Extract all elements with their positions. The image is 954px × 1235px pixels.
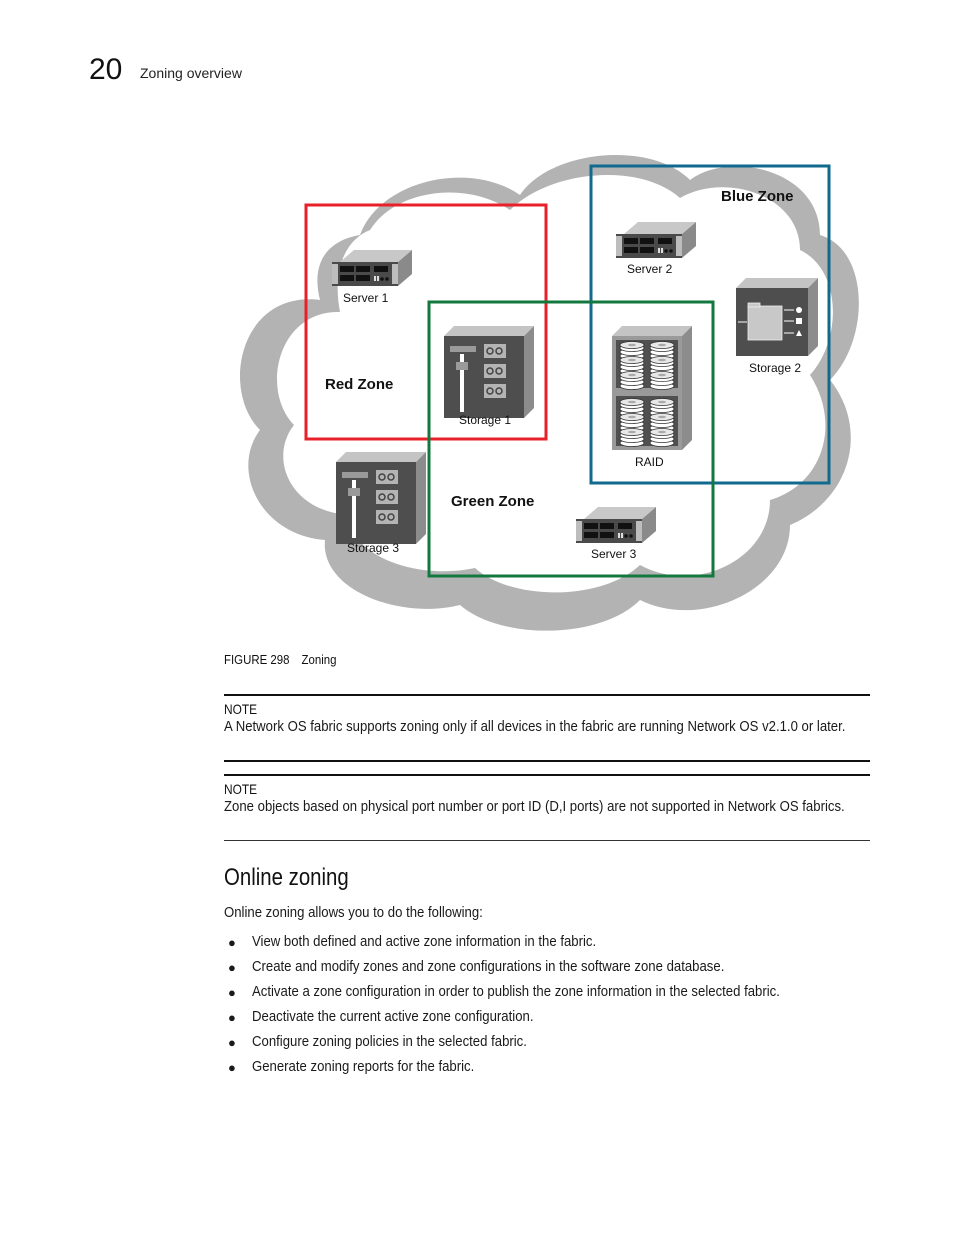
note-box: NOTE A Network OS fabric supports zoning…	[224, 694, 870, 762]
section-intro: Online zoning allows you to do the follo…	[224, 905, 483, 921]
bullet-icon: ●	[228, 1035, 236, 1050]
storage-3-label: Storage 3	[347, 541, 399, 555]
bullet-icon: ●	[228, 1010, 236, 1025]
storage-1	[443, 325, 535, 419]
section-title: Online zoning	[224, 864, 349, 891]
green-zone-label: Green Zone	[451, 493, 534, 510]
server-3-label: Server 3	[591, 547, 637, 561]
zoning-figure: Server 1 Server 2 Server 3 Storage 1 Sto…	[230, 140, 870, 650]
figure-caption: FIGURE 298 Zoning	[224, 652, 336, 667]
bullet-icon: ●	[228, 960, 236, 975]
figure-number: FIGURE 298	[224, 652, 290, 667]
raid-array	[612, 326, 692, 450]
note-box: NOTE Zone objects based on physical port…	[224, 774, 870, 841]
blue-zone-label: Blue Zone	[721, 188, 794, 205]
figure-title: Zoning	[301, 652, 337, 667]
bullet-icon: ●	[228, 1060, 236, 1075]
storage-2-label: Storage 2	[749, 361, 801, 375]
red-zone-label: Red Zone	[325, 376, 393, 393]
raid-label: RAID	[635, 455, 664, 469]
storage-1-label: Storage 1	[459, 413, 511, 427]
note-heading: NOTE	[224, 781, 258, 797]
storage-2	[736, 278, 818, 356]
server-1-label: Server 1	[343, 291, 389, 305]
note-body: A Network OS fabric supports zoning only…	[224, 719, 846, 735]
server-2-label: Server 2	[627, 262, 673, 276]
note-body: Zone objects based on physical port numb…	[224, 799, 845, 815]
storage-3	[335, 451, 427, 545]
chapter-number: 20	[89, 53, 123, 86]
bullet-icon: ●	[228, 935, 236, 950]
note-heading: NOTE	[224, 701, 258, 717]
chapter-title: Zoning overview	[140, 65, 242, 81]
bullet-icon: ●	[228, 985, 236, 1000]
